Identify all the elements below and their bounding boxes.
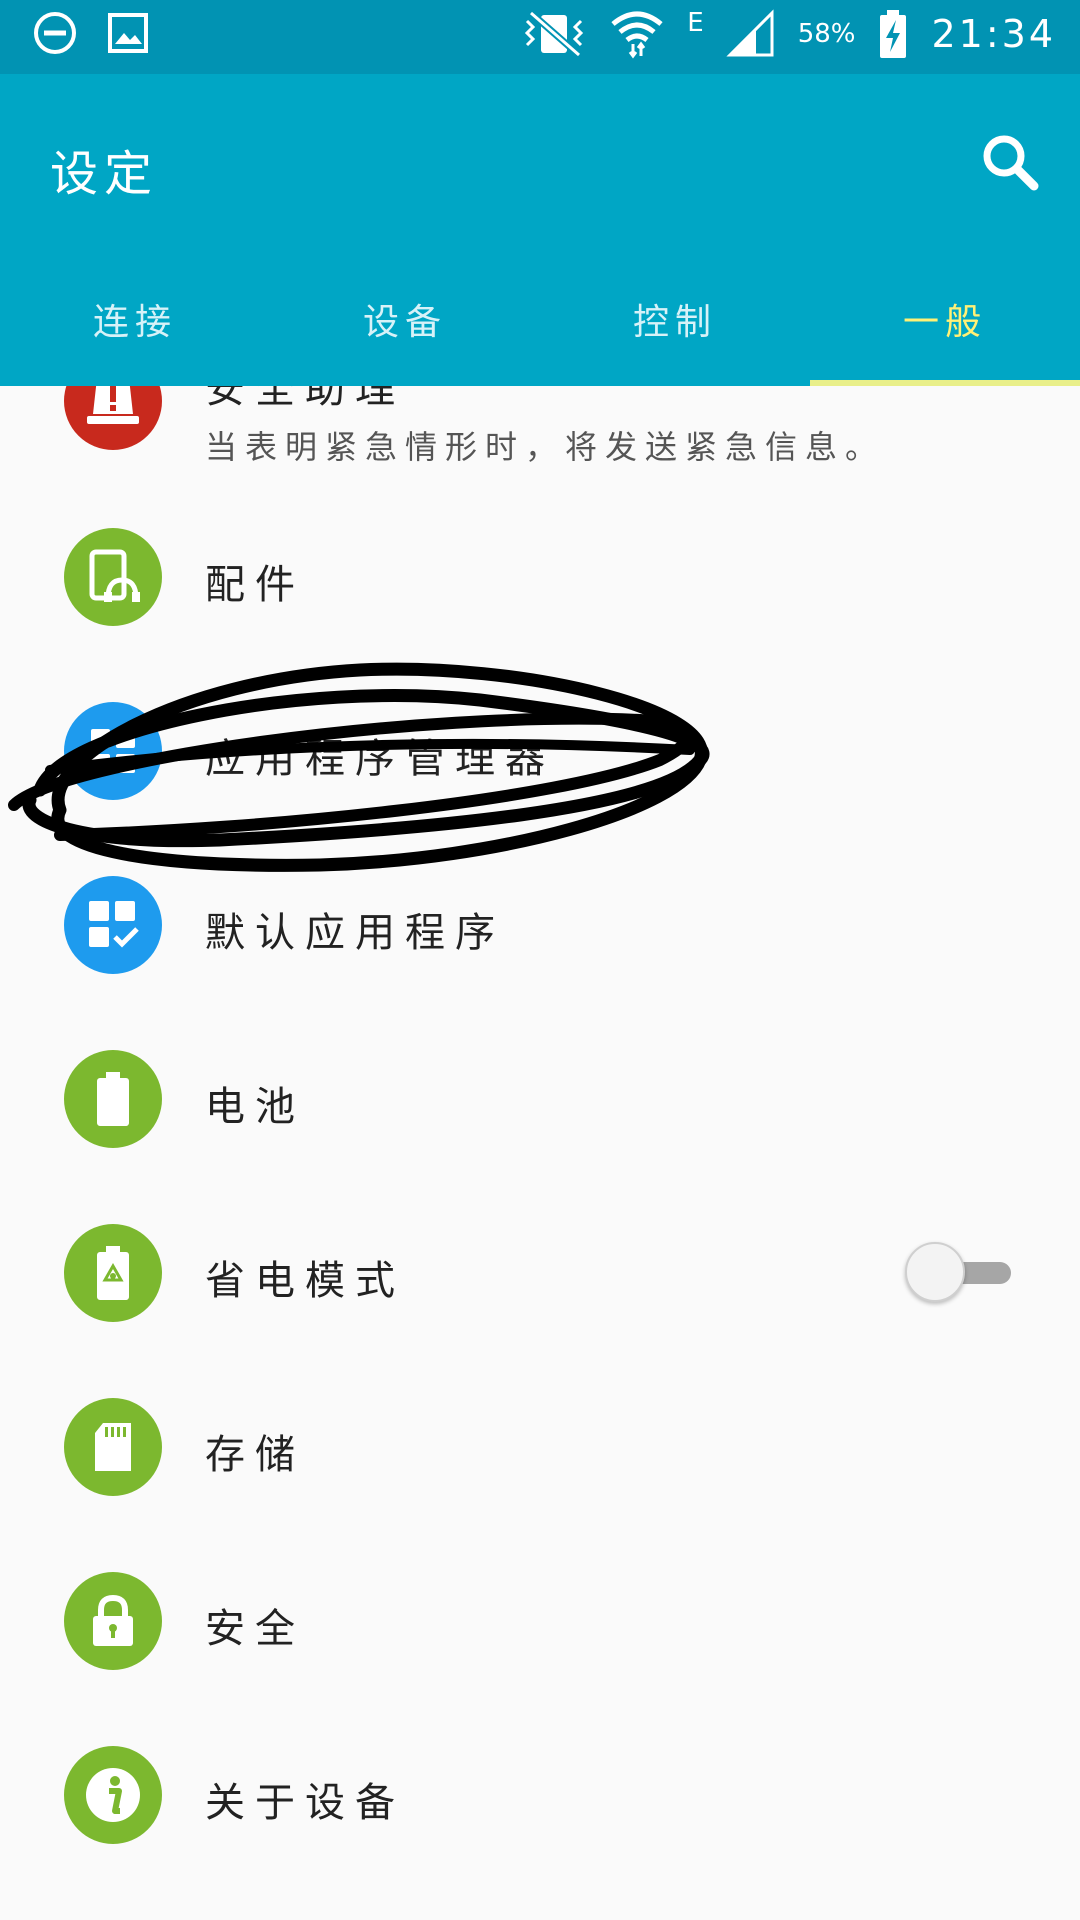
battery-percent: 58% xyxy=(797,19,856,49)
power-saving-toggle[interactable] xyxy=(905,1242,1017,1302)
setting-label: 省电模式 xyxy=(205,1258,405,1304)
setting-security[interactable]: 安全 xyxy=(0,1534,1080,1708)
toggle-thumb xyxy=(905,1242,965,1302)
wifi-icon xyxy=(609,8,665,60)
setting-power-saving-mode[interactable]: 省电模式 xyxy=(0,1186,1080,1360)
tab-bar: 连接 设备 控制 一般 xyxy=(0,252,1080,386)
vibrate-mute-icon xyxy=(521,9,587,59)
tab-connections[interactable]: 连接 xyxy=(0,252,270,386)
setting-label: 配件 xyxy=(205,562,305,608)
setting-about-device[interactable]: 关于设备 xyxy=(0,1708,1080,1882)
battery-icon xyxy=(64,1050,162,1148)
accessory-icon xyxy=(64,528,162,626)
setting-label: 应用程序管理器 xyxy=(205,736,555,782)
setting-battery[interactable]: 电池 xyxy=(0,1012,1080,1186)
network-type-label: E xyxy=(687,8,704,38)
app-bar: 设定 连接 设备 控制 一般 xyxy=(0,74,1080,386)
setting-label: 电池 xyxy=(205,1084,305,1130)
apps-icon xyxy=(64,702,162,800)
tab-device[interactable]: 设备 xyxy=(270,252,540,386)
battery-charging-icon xyxy=(877,8,909,60)
tab-general[interactable]: 一般 xyxy=(810,252,1080,386)
sd-card-icon xyxy=(64,1398,162,1496)
do-not-disturb-icon xyxy=(32,10,78,56)
info-icon xyxy=(64,1746,162,1844)
setting-label: 安全 xyxy=(205,1606,305,1652)
setting-label: 默认应用程序 xyxy=(205,910,505,956)
setting-safety-assistance[interactable]: 安全助理 当表明紧急情形时，将发送紧急信息。 xyxy=(0,386,1080,488)
setting-label: 存储 xyxy=(205,1432,305,1478)
lock-icon xyxy=(64,1572,162,1670)
settings-list: 安全助理 当表明紧急情形时，将发送紧急信息。 配件 应用程序管理器 默认应用程序… xyxy=(0,386,1080,1920)
setting-application-manager[interactable]: 应用程序管理器 xyxy=(0,664,1080,838)
search-icon[interactable] xyxy=(978,130,1042,194)
status-bar: E 58% 21:34 xyxy=(0,0,1080,74)
alert-icon xyxy=(64,386,162,450)
setting-default-applications[interactable]: 默认应用程序 xyxy=(0,838,1080,1012)
page-title: 设定 xyxy=(50,146,159,202)
tab-controls[interactable]: 控制 xyxy=(540,252,810,386)
setting-accessories[interactable]: 配件 xyxy=(0,490,1080,664)
image-notification-icon xyxy=(106,11,150,55)
setting-label: 安全助理 xyxy=(205,386,405,412)
clock: 21:34 xyxy=(931,12,1056,56)
power-saving-icon xyxy=(64,1224,162,1322)
cell-signal-icon xyxy=(726,9,776,59)
default-apps-icon xyxy=(64,876,162,974)
setting-description: 当表明紧急情形时，将发送紧急信息。 xyxy=(205,428,886,466)
setting-label: 关于设备 xyxy=(205,1780,405,1826)
setting-storage[interactable]: 存储 xyxy=(0,1360,1080,1534)
